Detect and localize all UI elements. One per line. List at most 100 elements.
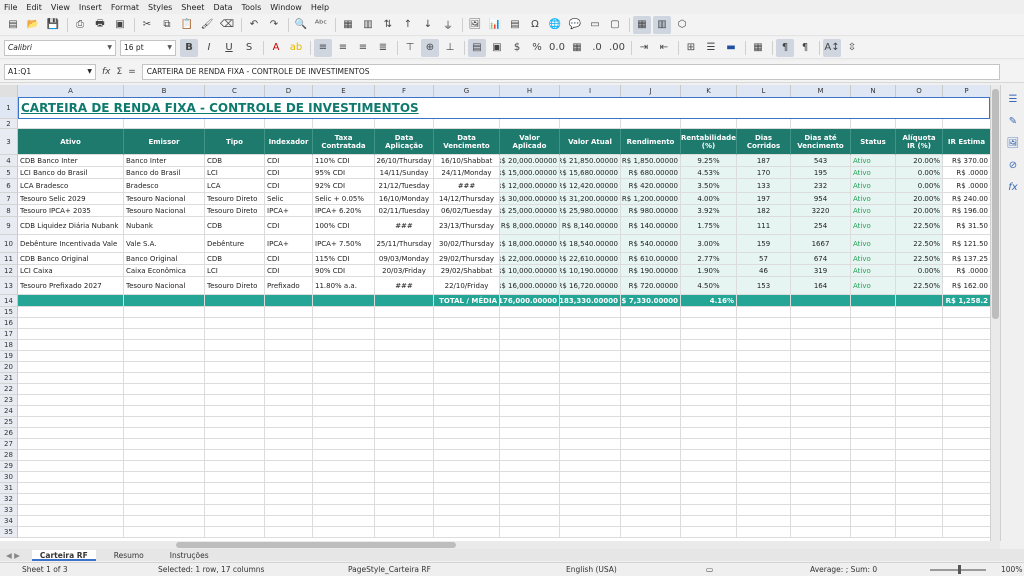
cell[interactable] xyxy=(896,340,943,351)
cell[interactable] xyxy=(851,318,896,329)
cell[interactable] xyxy=(943,307,990,318)
cell[interactable] xyxy=(375,428,434,439)
cell[interactable] xyxy=(737,373,791,384)
cell[interactable] xyxy=(18,318,124,329)
tab-nav-icon[interactable]: ◀ ▶ xyxy=(6,551,20,560)
status-cell[interactable]: Ativo xyxy=(851,217,896,235)
row-header-32[interactable]: 32 xyxy=(0,494,18,505)
cell[interactable] xyxy=(18,417,124,428)
cell[interactable] xyxy=(851,439,896,450)
data-cell[interactable]: Banco do Brasil xyxy=(124,167,205,179)
cell[interactable] xyxy=(560,494,621,505)
cell[interactable] xyxy=(313,351,375,362)
row-header-30[interactable]: 30 xyxy=(0,472,18,483)
cell[interactable] xyxy=(681,472,737,483)
cell[interactable] xyxy=(205,373,265,384)
cell[interactable] xyxy=(791,384,851,395)
cell[interactable] xyxy=(375,384,434,395)
cell[interactable] xyxy=(737,395,791,406)
data-cell[interactable]: LCA xyxy=(205,179,265,193)
cell[interactable] xyxy=(896,483,943,494)
data-cell[interactable]: R$ 190.00000 xyxy=(621,265,681,277)
vertical-scrollbar[interactable] xyxy=(990,85,1000,541)
cell[interactable] xyxy=(265,505,313,516)
cell[interactable] xyxy=(896,428,943,439)
row-header-24[interactable]: 24 xyxy=(0,406,18,417)
cell[interactable] xyxy=(205,362,265,373)
font-size-box[interactable]: 16 pt ▼ xyxy=(120,39,176,56)
cell[interactable] xyxy=(791,516,851,527)
print-preview-icon[interactable]: ▣ xyxy=(111,16,129,34)
save-icon[interactable]: 💾 xyxy=(44,16,62,34)
menu-format[interactable]: Format xyxy=(111,3,139,12)
currency-icon[interactable]: $ xyxy=(508,39,526,57)
data-cell[interactable]: LCI xyxy=(205,167,265,179)
cell[interactable] xyxy=(896,472,943,483)
cell[interactable] xyxy=(621,329,681,340)
undo-icon[interactable]: ↶ xyxy=(245,16,263,34)
cell[interactable] xyxy=(896,318,943,329)
total-cell[interactable]: 4.16% xyxy=(681,295,737,307)
horizontal-scrollbar[interactable] xyxy=(0,541,1000,549)
cell[interactable] xyxy=(265,472,313,483)
cell[interactable] xyxy=(943,318,990,329)
data-cell[interactable]: R$ 1,200.00000 xyxy=(621,193,681,205)
navigator-icon[interactable]: ⊘ xyxy=(1005,157,1021,173)
data-cell[interactable]: 20.00% xyxy=(896,205,943,217)
cell[interactable] xyxy=(434,318,500,329)
cell[interactable] xyxy=(791,406,851,417)
cell[interactable] xyxy=(205,450,265,461)
cell[interactable] xyxy=(313,329,375,340)
cell[interactable] xyxy=(681,119,737,129)
cell[interactable] xyxy=(265,428,313,439)
cell[interactable] xyxy=(124,119,205,129)
cell[interactable] xyxy=(500,362,560,373)
data-cell[interactable]: CDB Banco Inter xyxy=(18,155,124,167)
cell[interactable] xyxy=(851,362,896,373)
row-header-20[interactable]: 20 xyxy=(0,362,18,373)
cell[interactable] xyxy=(434,362,500,373)
cell[interactable] xyxy=(205,428,265,439)
cell[interactable] xyxy=(560,472,621,483)
data-cell[interactable]: R$ 680.00000 xyxy=(621,167,681,179)
status-cell[interactable]: Ativo xyxy=(851,193,896,205)
cell[interactable] xyxy=(18,428,124,439)
cell[interactable] xyxy=(791,373,851,384)
status-cell[interactable]: Ativo xyxy=(851,155,896,167)
cell[interactable] xyxy=(560,428,621,439)
row-header-11[interactable]: 11 xyxy=(0,253,18,265)
cell[interactable] xyxy=(943,340,990,351)
data-cell[interactable]: CDI xyxy=(265,179,313,193)
cell[interactable] xyxy=(681,505,737,516)
cell[interactable] xyxy=(500,494,560,505)
cell[interactable] xyxy=(124,527,205,538)
data-cell[interactable]: 4.53% xyxy=(681,167,737,179)
data-cell[interactable]: R$ 18,000.00000 xyxy=(500,235,560,253)
data-cell[interactable]: LCA Bradesco xyxy=(18,179,124,193)
header-cell[interactable]: Rendimento xyxy=(621,129,681,155)
cell[interactable] xyxy=(265,329,313,340)
cell[interactable] xyxy=(943,472,990,483)
cell[interactable] xyxy=(896,450,943,461)
cell[interactable] xyxy=(205,318,265,329)
cell[interactable] xyxy=(434,307,500,318)
data-cell[interactable]: R$ 31.50 xyxy=(943,217,990,235)
spelling-icon[interactable]: ᴬᵇᶜ xyxy=(312,16,330,34)
cell[interactable] xyxy=(18,516,124,527)
cell[interactable] xyxy=(205,417,265,428)
tab-resumo[interactable]: Resumo xyxy=(106,550,152,561)
font-color-icon[interactable]: A xyxy=(267,39,285,57)
data-cell[interactable]: 254 xyxy=(791,217,851,235)
export-pdf-icon[interactable]: ⎙ xyxy=(71,16,89,34)
cell[interactable] xyxy=(943,417,990,428)
column-header-n[interactable]: N xyxy=(851,85,896,97)
cell[interactable] xyxy=(124,450,205,461)
cell[interactable] xyxy=(851,472,896,483)
cell[interactable] xyxy=(560,505,621,516)
data-cell[interactable]: 22/10/Friday xyxy=(434,277,500,295)
cell[interactable] xyxy=(500,373,560,384)
data-cell[interactable]: R$ 22,610.00000 xyxy=(560,253,621,265)
total-cell[interactable] xyxy=(737,295,791,307)
cell[interactable] xyxy=(943,461,990,472)
row-header-35[interactable]: 35 xyxy=(0,527,18,538)
